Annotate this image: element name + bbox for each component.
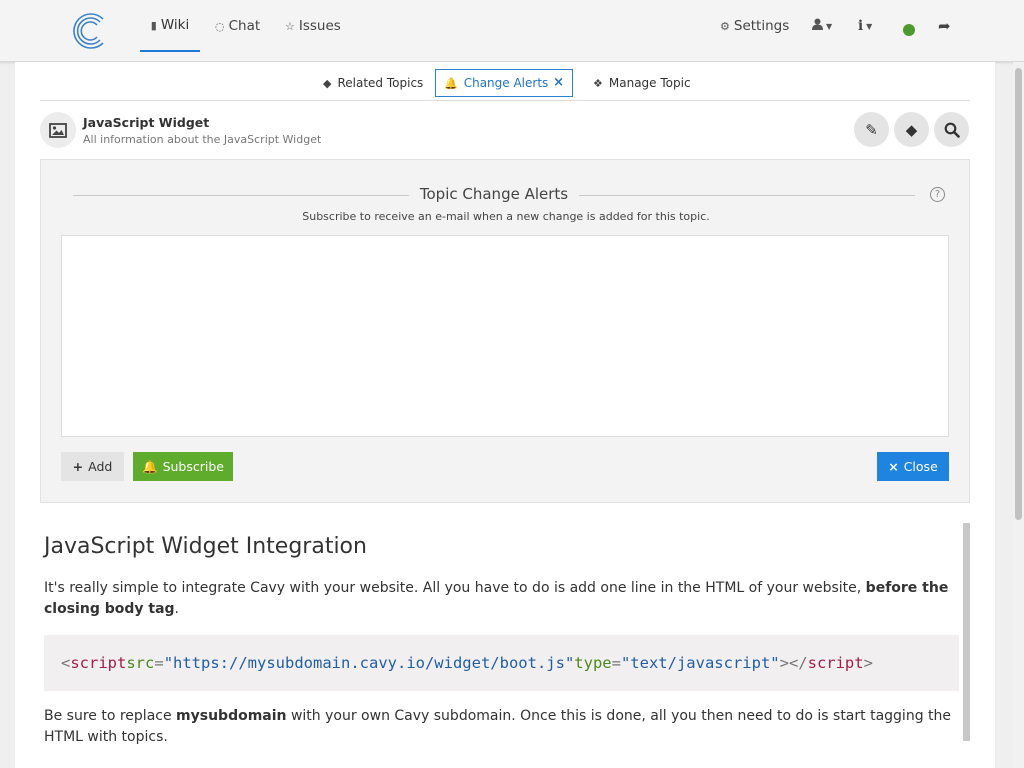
tags-icon: ◆ [905, 120, 918, 139]
nav-chat[interactable]: ◌ Chat [215, 0, 260, 52]
image-icon [49, 122, 67, 138]
cubes-icon: ❖ [593, 76, 603, 90]
close-icon[interactable]: × [553, 75, 564, 90]
share-button[interactable]: ➦ [938, 0, 951, 52]
topic-image [40, 112, 76, 148]
subscribe-label: Subscribe [162, 459, 224, 474]
nav-settings[interactable]: ⚙ Settings [720, 0, 789, 52]
nav-wiki-label: Wiki [160, 17, 190, 33]
tab-alerts-label: Change Alerts [463, 76, 549, 90]
help-icon[interactable]: ? [930, 187, 945, 202]
topic-subtitle: All information about the JavaScript Wid… [83, 133, 322, 146]
subscribers-list [61, 235, 949, 437]
book-icon: ▮ [150, 18, 157, 32]
nav-chat-label: Chat [228, 18, 261, 34]
panel-title: Topic Change Alerts [419, 185, 569, 203]
code-block: < script src = "https://mysubdomain.cavy.io… [44, 635, 959, 691]
share-icon: ➦ [938, 17, 951, 35]
top-navbar: ▮ Wiki ◌ Chat ☆ Issues ⚙ Settings ▼ i ▼ … [0, 0, 1024, 62]
panel-description: Subscribe to receive an e-mail when a ne… [302, 210, 710, 223]
nav-wiki[interactable]: ▮ Wiki [140, 0, 200, 52]
add-button[interactable]: + Add [61, 452, 124, 481]
search-button[interactable] [934, 112, 969, 147]
tags-button[interactable]: ◆ [894, 112, 929, 147]
user-menu[interactable]: ▼ [812, 0, 832, 52]
tags-icon: ◆ [323, 76, 332, 90]
status-indicator [903, 24, 915, 36]
subscribe-button[interactable]: 🔔 Subscribe [133, 452, 233, 481]
topic-title: JavaScript Widget [83, 115, 210, 130]
divider [40, 100, 970, 101]
close-icon: × [888, 459, 899, 474]
page-scrollbar[interactable] [1013, 62, 1024, 768]
chevron-down-icon: ▼ [866, 21, 873, 31]
tab-related-label: Related Topics [337, 76, 424, 90]
info-icon: i [858, 18, 864, 34]
main-content: ◆ Related Topics 🔔 Change Alerts × ❖ Man… [15, 62, 995, 768]
tab-related-topics[interactable]: ◆ Related Topics [315, 69, 431, 97]
change-alerts-panel: Topic Change Alerts ? Subscribe to recei… [40, 159, 970, 503]
star-icon: ☆ [285, 19, 295, 33]
topic-subnav: ◆ Related Topics 🔔 Change Alerts × ❖ Man… [15, 62, 995, 102]
bell-icon: 🔔 [142, 458, 158, 474]
tab-change-alerts[interactable]: 🔔 Change Alerts × [435, 69, 573, 97]
info-menu[interactable]: i ▼ [858, 0, 872, 52]
gear-icon: ⚙ [720, 19, 730, 33]
cavy-logo[interactable] [70, 11, 110, 51]
article-title: JavaScript Widget Integration [44, 534, 367, 559]
chat-icon: ◌ [215, 19, 225, 33]
divider [73, 195, 409, 196]
chevron-down-icon: ▼ [826, 21, 833, 31]
nav-settings-label: Settings [733, 18, 790, 34]
search-icon [944, 122, 960, 138]
user-icon [812, 18, 823, 34]
divider [579, 195, 915, 196]
tab-manage-topic[interactable]: ❖ Manage Topic [585, 69, 699, 97]
add-label: Add [88, 459, 113, 474]
nav-issues-label: Issues [298, 18, 341, 34]
close-label: Close [903, 459, 938, 474]
scrollbar-thumb[interactable] [1015, 68, 1022, 520]
edit-button[interactable]: ✎ [854, 112, 889, 147]
content-scrollbar[interactable] [963, 523, 970, 741]
plus-icon: + [72, 459, 84, 474]
pencil-icon: ✎ [865, 120, 878, 139]
article-paragraph: It's really simple to integrate Cavy wit… [44, 580, 949, 617]
tab-manage-label: Manage Topic [608, 76, 691, 90]
close-button[interactable]: × Close [877, 452, 949, 481]
bell-icon: 🔔 [444, 76, 458, 90]
nav-issues[interactable]: ☆ Issues [285, 0, 341, 52]
article-paragraph: Be sure to replace mysubdomain with your… [44, 708, 952, 745]
